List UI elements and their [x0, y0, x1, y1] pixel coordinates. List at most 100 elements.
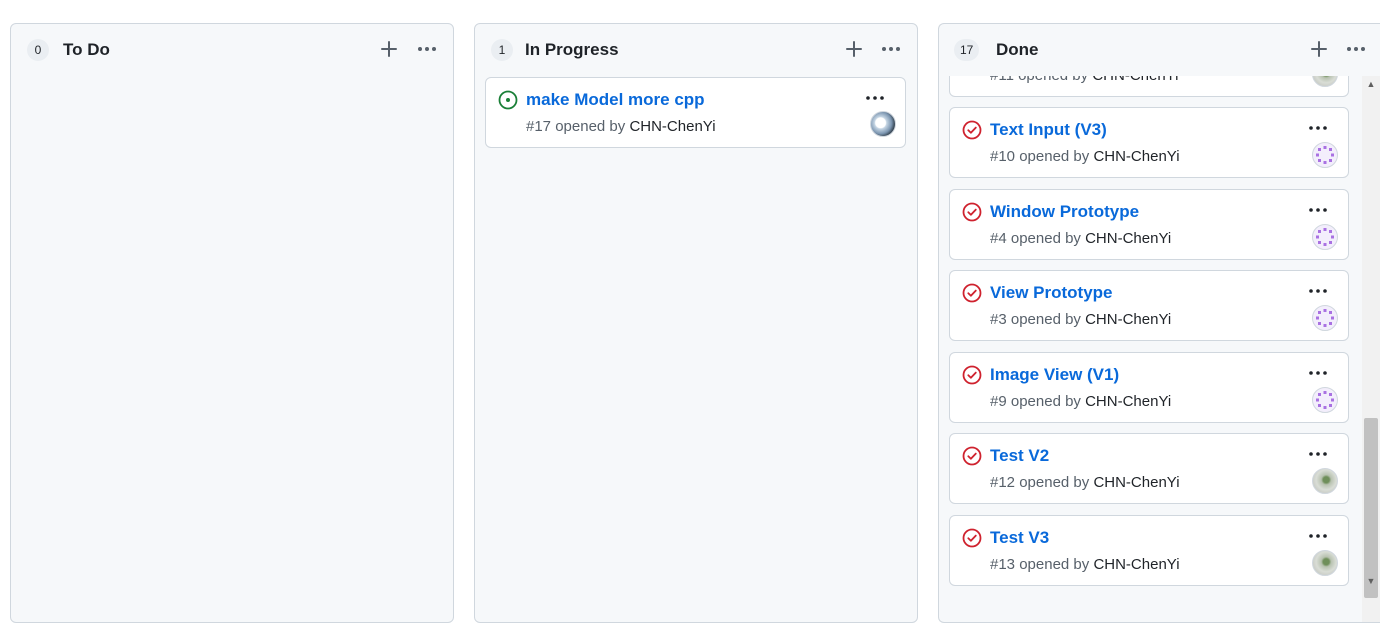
issue-number: #13 opened by — [990, 556, 1090, 573]
scrollbar-thumb[interactable] — [1364, 418, 1378, 598]
avatar[interactable] — [1312, 550, 1338, 576]
issue-meta: #10 opened by CHN-ChenYi — [990, 147, 1180, 167]
issue-title-link[interactable]: Test V2 — [990, 445, 1049, 467]
issue-meta: #9 opened by CHN-ChenYi — [990, 392, 1171, 412]
issue-title-link[interactable]: make Model more cpp — [526, 89, 705, 111]
cards-scroll-area[interactable]: #11 opened by CHN-ChenYi Text Input (V3)… — [939, 76, 1380, 622]
avatar[interactable] — [1312, 76, 1338, 87]
kebab-horizontal-icon — [1309, 126, 1327, 130]
issue-title-link[interactable]: Window Prototype — [990, 201, 1139, 223]
issue-card[interactable]: #11 opened by CHN-ChenYi — [949, 76, 1349, 97]
kebab-horizontal-icon — [1309, 452, 1327, 456]
identicon-icon — [1316, 391, 1334, 409]
issue-author[interactable]: CHN-ChenYi — [1093, 148, 1179, 165]
issue-meta: #4 opened by CHN-ChenYi — [990, 229, 1171, 249]
issue-author[interactable]: CHN-ChenYi — [1092, 76, 1178, 84]
issue-card[interactable]: Test V3 #13 opened by CHN-ChenYi — [949, 515, 1349, 586]
issue-closed-icon — [962, 120, 982, 140]
issue-card[interactable]: Window Prototype #4 opened by CHN-ChenYi — [949, 189, 1349, 260]
column-count: 17 — [954, 39, 980, 61]
issue-author[interactable]: CHN-ChenYi — [1085, 230, 1171, 247]
issue-closed-icon — [962, 365, 982, 385]
card-menu-button[interactable] — [1306, 363, 1330, 383]
kebab-horizontal-icon — [1309, 371, 1327, 375]
avatar[interactable] — [1312, 142, 1338, 168]
card-menu-button[interactable] — [1306, 200, 1330, 220]
column-header: 1 In Progress — [475, 24, 917, 76]
scroll-up-arrow-icon[interactable]: ▲ — [1366, 79, 1376, 89]
issue-number: #10 opened by — [990, 148, 1090, 165]
issue-meta: #11 opened by CHN-ChenYi — [990, 76, 1178, 86]
column-title: In Progress — [525, 40, 619, 59]
issue-number: #12 opened by — [990, 474, 1090, 491]
identicon-icon — [1316, 228, 1334, 246]
avatar[interactable] — [1312, 387, 1338, 413]
column-menu-button[interactable] — [415, 37, 439, 61]
column-count: 1 — [491, 39, 513, 61]
add-card-button[interactable] — [842, 37, 866, 61]
scroll-down-arrow-icon[interactable]: ▼ — [1366, 576, 1376, 586]
plus-icon — [846, 41, 862, 57]
issue-author[interactable]: CHN-ChenYi — [629, 118, 715, 135]
column-menu-button[interactable] — [1344, 37, 1368, 61]
issue-title-link[interactable]: View Prototype — [990, 282, 1113, 304]
issue-meta: #3 opened by CHN-ChenYi — [990, 310, 1171, 330]
avatar[interactable] — [1312, 468, 1338, 494]
kebab-horizontal-icon — [418, 47, 436, 51]
column-header: 17 Done — [939, 24, 1380, 76]
kebab-horizontal-icon — [1309, 289, 1327, 293]
issue-author[interactable]: CHN-ChenYi — [1093, 474, 1179, 491]
column-in-progress: 1 In Progress make Model more cpp #17 op… — [474, 23, 918, 623]
avatar[interactable] — [1312, 305, 1338, 331]
identicon-icon — [1316, 146, 1334, 164]
issue-title-link[interactable]: Text Input (V3) — [990, 119, 1107, 141]
column-title: Done — [996, 40, 1039, 59]
column-done: 17 Done #11 opened by CHN-ChenYi Text In… — [938, 23, 1380, 623]
column-title: To Do — [63, 40, 110, 59]
card-menu-button[interactable] — [1306, 281, 1330, 301]
issue-card[interactable]: Image View (V1) #9 opened by CHN-ChenYi — [949, 352, 1349, 423]
issue-card[interactable]: View Prototype #3 opened by CHN-ChenYi — [949, 270, 1349, 341]
issue-title-link[interactable]: Test V3 — [990, 527, 1049, 549]
column-menu-button[interactable] — [879, 37, 903, 61]
issue-number: #11 opened by — [990, 76, 1088, 84]
card-menu-button[interactable] — [1306, 118, 1330, 138]
column-to-do: 0 To Do — [10, 23, 454, 623]
issue-author[interactable]: CHN-ChenYi — [1085, 393, 1171, 410]
card-menu-button[interactable] — [1306, 444, 1330, 464]
issue-closed-icon — [962, 283, 982, 303]
add-card-button[interactable] — [1307, 37, 1331, 61]
issue-closed-icon — [962, 202, 982, 222]
issue-number: #3 opened by — [990, 311, 1081, 328]
issue-card[interactable]: Test V2 #12 opened by CHN-ChenYi — [949, 433, 1349, 504]
issue-meta: #12 opened by CHN-ChenYi — [990, 473, 1180, 493]
avatar[interactable] — [870, 111, 896, 137]
kebab-horizontal-icon — [882, 47, 900, 51]
kebab-horizontal-icon — [1309, 534, 1327, 538]
plus-icon — [1311, 41, 1327, 57]
column-header: 0 To Do — [11, 24, 453, 76]
issue-card[interactable]: make Model more cpp #17 opened by CHN-Ch… — [485, 77, 906, 148]
card-menu-button[interactable] — [863, 88, 887, 108]
kebab-horizontal-icon — [1309, 208, 1327, 212]
top-strip — [0, 0, 1380, 8]
issue-number: #4 opened by — [990, 230, 1081, 247]
plus-icon — [381, 41, 397, 57]
card-menu-button[interactable] — [1306, 526, 1330, 546]
issue-card[interactable]: Text Input (V3) #10 opened by CHN-ChenYi — [949, 107, 1349, 178]
issue-opened-icon — [498, 90, 518, 110]
avatar[interactable] — [1312, 224, 1338, 250]
issue-closed-icon — [962, 446, 982, 466]
issue-number: #17 opened by — [526, 118, 626, 135]
column-count: 0 — [27, 39, 49, 61]
identicon-icon — [1316, 309, 1334, 327]
vertical-scrollbar[interactable]: ▲ ▼ — [1362, 76, 1380, 622]
kebab-horizontal-icon — [1347, 47, 1365, 51]
issue-title-link[interactable]: Image View (V1) — [990, 364, 1119, 386]
add-card-button[interactable] — [377, 37, 401, 61]
issue-meta: #17 opened by CHN-ChenYi — [526, 117, 716, 137]
issue-closed-icon — [962, 528, 982, 548]
issue-author[interactable]: CHN-ChenYi — [1093, 556, 1179, 573]
issue-author[interactable]: CHN-ChenYi — [1085, 311, 1171, 328]
kebab-horizontal-icon — [866, 96, 884, 100]
